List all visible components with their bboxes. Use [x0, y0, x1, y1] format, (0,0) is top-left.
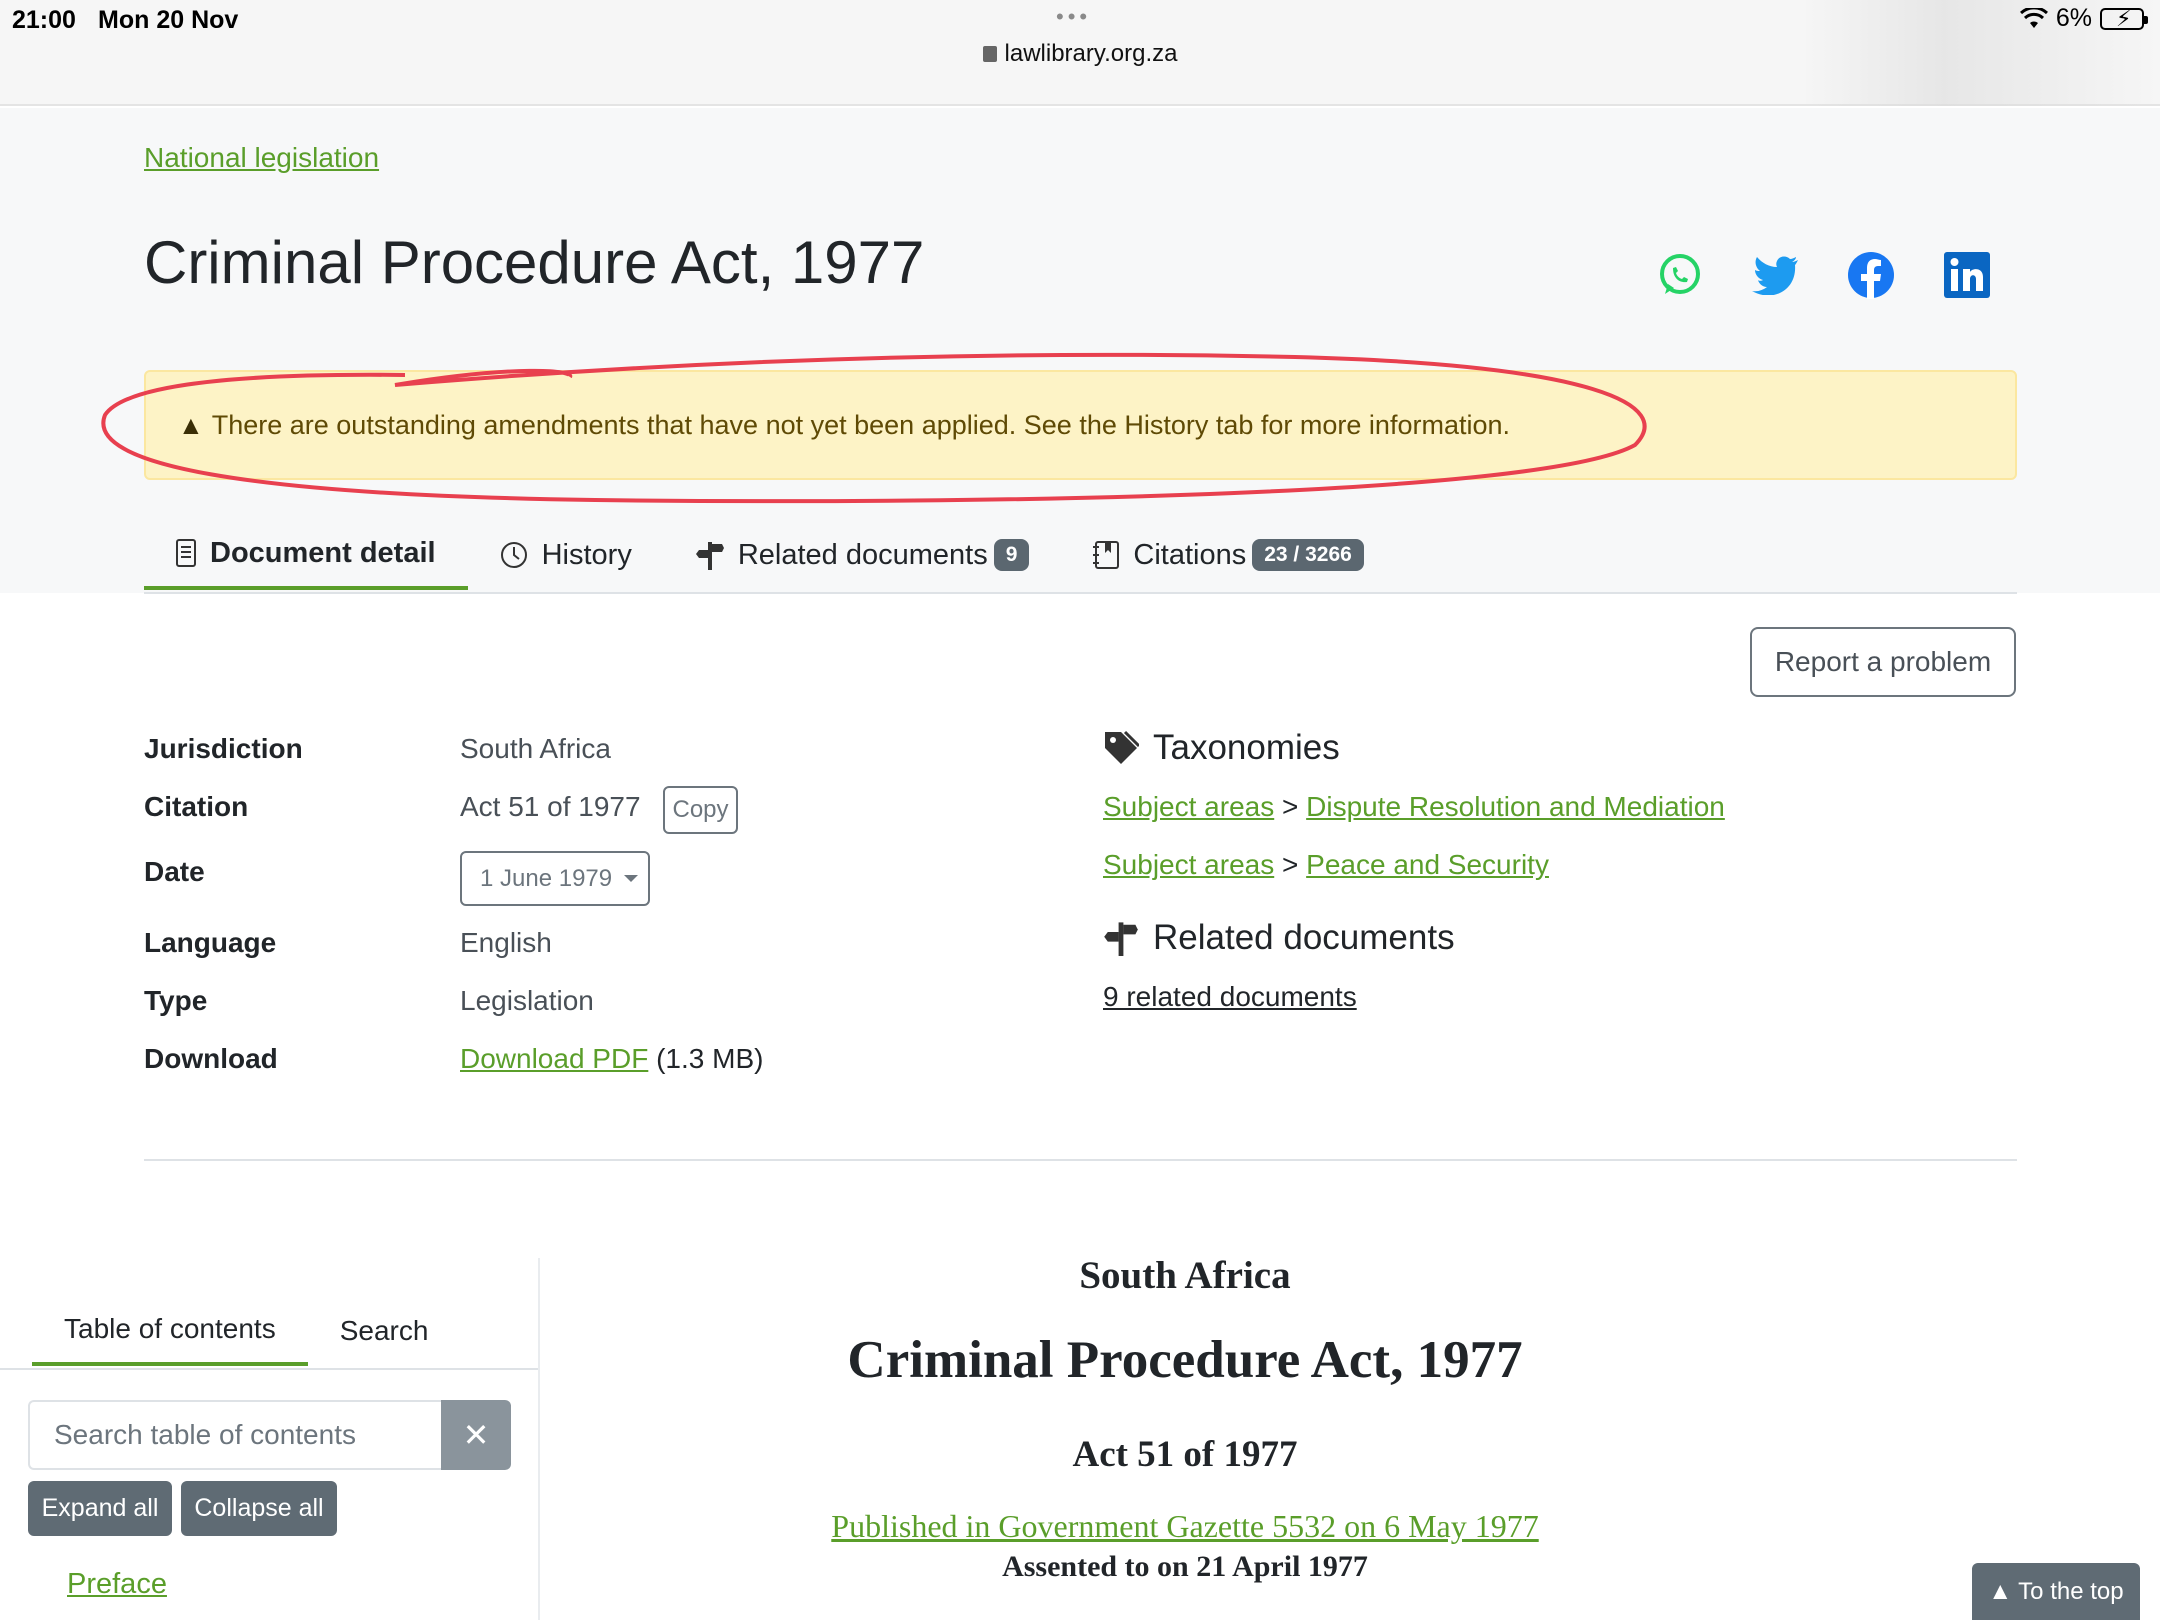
breadcrumb[interactable]: National legislation: [144, 142, 379, 174]
expand-all-button[interactable]: Expand all: [28, 1481, 172, 1536]
copy-citation-button[interactable]: Copy: [663, 786, 738, 834]
date-label: Date: [144, 856, 205, 887]
tabs-divider: [144, 592, 2017, 594]
taxonomy-separator: >: [1282, 791, 1299, 822]
download-row: Download PDF (1.3 MB): [460, 1043, 763, 1075]
citation-value: Act 51 of 1977: [460, 791, 641, 822]
tab-label: Related documents: [737, 538, 988, 571]
related-title: Related documents: [1153, 918, 1455, 957]
tab-label: Document detail: [210, 536, 436, 569]
related-documents-link[interactable]: 9 related documents: [1103, 981, 1357, 1013]
taxonomy-child-link[interactable]: Peace and Security: [1306, 849, 1549, 880]
page-title: Criminal Procedure Act, 1977: [144, 229, 925, 296]
doc-title: Criminal Procedure Act, 1977: [847, 1331, 1523, 1389]
doc-number: Act 51 of 1977: [1072, 1434, 1298, 1475]
download-pdf-link[interactable]: Download PDF: [460, 1043, 648, 1074]
related-count-badge: 9: [993, 539, 1030, 571]
status-indicators: 6% ⚡: [2019, 4, 2148, 33]
toc-item-preface[interactable]: Preface: [67, 1568, 167, 1601]
tab-citations[interactable]: Citations 23 / 3266: [1061, 520, 1395, 590]
tag-icon: [1105, 730, 1139, 764]
signpost-icon: [695, 540, 724, 570]
battery-icon: ⚡: [2100, 6, 2148, 31]
download-label: Download: [144, 1043, 278, 1074]
date-select[interactable]: 1 June 1979: [460, 851, 650, 906]
citation-label: Citation: [144, 791, 249, 822]
close-icon: ✕: [462, 1417, 490, 1453]
doc-gazette: Published in Government Gazette 5532 on …: [540, 1508, 1830, 1545]
arrow-up-icon: ▲: [1988, 1577, 2013, 1605]
taxonomy-parent-link[interactable]: Subject areas: [1103, 791, 1274, 822]
twitter-icon[interactable]: [1750, 250, 1800, 300]
toc-tabs: Table of contents Search: [32, 1296, 460, 1368]
taxonomy-child-link[interactable]: Dispute Resolution and Mediation: [1306, 791, 1725, 822]
warning-icon: ▲: [178, 409, 204, 440]
chevron-down-icon: [624, 875, 639, 882]
clear-search-button[interactable]: ✕: [441, 1400, 511, 1470]
taxonomy-separator: >: [1282, 849, 1299, 880]
date-select-value: 1 June 1979: [480, 864, 613, 892]
clock-time: 21:00: [12, 6, 76, 34]
browser-status-bar: 21:00 Mon 20 Nov ••• lawlibrary.org.za 6…: [0, 0, 2160, 106]
taxonomy-item: Subject areas > Dispute Resolution and M…: [1103, 791, 1725, 823]
tab-table-of-contents[interactable]: Table of contents: [32, 1296, 308, 1366]
amendments-alert: ▲ There are outstanding amendments that …: [144, 370, 2017, 480]
more-dots-icon[interactable]: •••: [1056, 4, 1091, 30]
alert-text: There are outstanding amendments that ha…: [211, 409, 1510, 440]
section-divider: [144, 1159, 2017, 1161]
journal-icon: [1093, 541, 1120, 569]
to-top-label: To the top: [2018, 1577, 2124, 1605]
tab-label: Citations: [1133, 538, 1247, 571]
taxonomies-title: Taxonomies: [1153, 728, 1340, 767]
doc-country: South Africa: [1079, 1254, 1291, 1297]
tab-history[interactable]: History: [468, 520, 664, 590]
taxonomy-item: Subject areas > Peace and Security: [1103, 849, 1549, 881]
clock-icon: [500, 541, 528, 569]
wifi-icon: [2019, 7, 2048, 28]
report-problem-button[interactable]: Report a problem: [1750, 627, 2016, 697]
tab-document-detail[interactable]: Document detail: [144, 520, 468, 590]
gazette-link[interactable]: Published in Government Gazette 5532 on …: [831, 1508, 1538, 1544]
toc-search-input[interactable]: Search table of contents: [28, 1400, 441, 1470]
type-label: Type: [144, 985, 208, 1016]
linkedin-icon[interactable]: [1942, 250, 1992, 300]
jurisdiction-value: South Africa: [460, 733, 611, 764]
collapse-all-button[interactable]: Collapse all: [181, 1481, 337, 1536]
language-value: English: [460, 927, 552, 958]
toc-tabs-divider: [0, 1368, 538, 1370]
clock-date: Mon 20 Nov: [98, 6, 239, 34]
download-size: (1.3 MB): [656, 1043, 764, 1074]
document-icon: [176, 539, 196, 567]
signpost-icon: [1104, 922, 1138, 956]
whatsapp-icon[interactable]: [1655, 250, 1705, 300]
doc-assented: Assented to on 21 April 1977: [1002, 1550, 1368, 1583]
language-label: Language: [144, 927, 277, 958]
related-heading: Related documents: [1103, 918, 1455, 958]
battery-percent: 6%: [2055, 4, 2092, 32]
url-text: lawlibrary.org.za: [1004, 40, 1178, 67]
tab-label: History: [541, 538, 632, 571]
taxonomies-heading: Taxonomies: [1103, 728, 1340, 768]
citations-count-badge: 23 / 3266: [1252, 539, 1364, 571]
tab-search[interactable]: Search: [308, 1296, 461, 1366]
jurisdiction-label: Jurisdiction: [144, 733, 303, 764]
taxonomy-parent-link[interactable]: Subject areas: [1103, 849, 1274, 880]
facebook-icon[interactable]: [1846, 250, 1896, 300]
tab-related-documents[interactable]: Related documents 9: [664, 520, 1062, 590]
type-value: Legislation: [460, 985, 594, 1016]
to-the-top-button[interactable]: ▲ To the top: [1972, 1563, 2140, 1620]
lock-icon: [982, 46, 997, 62]
document-tabs: Document detail History Related document…: [144, 520, 1396, 592]
